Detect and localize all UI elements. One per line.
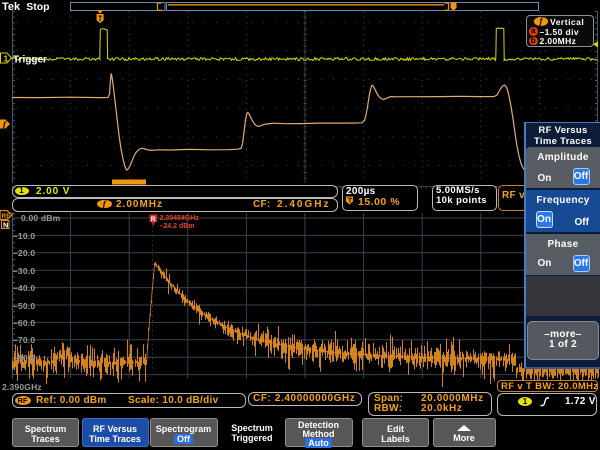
- svg-text:N: N: [3, 221, 8, 230]
- svg-text:1: 1: [4, 54, 9, 64]
- svg-text:RF: RF: [2, 213, 11, 220]
- svg-text:R: R: [151, 217, 156, 224]
- svg-text:Trigger: Trigger: [13, 55, 47, 66]
